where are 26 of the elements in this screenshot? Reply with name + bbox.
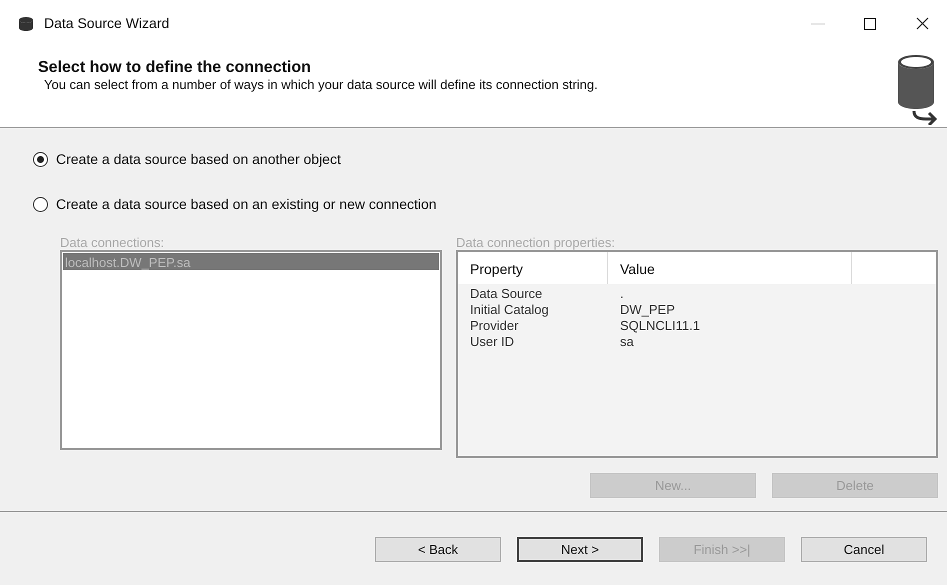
radio-button[interactable] [33,197,48,212]
window-title: Data Source Wizard [44,14,170,33]
table-cell-text: DW_PEP [619,302,676,318]
cancel-button[interactable]: Cancel [801,537,927,562]
table-cell-text: Provider [469,318,520,334]
header-title: Select how to define the connection [38,59,312,77]
radio-button[interactable] [33,152,48,167]
properties-label: Data connection properties: [456,234,616,250]
connections-label: Data connections: [60,234,166,250]
table-cell-text: Initial Catalog [469,302,550,318]
close-icon[interactable] [916,17,929,30]
header-description: You can select from a number of ways in which your data source will define its connection string. [43,77,599,93]
next-button[interactable]: Next > [517,537,643,562]
database-icon [18,16,34,32]
table-cell-text: User ID [469,334,516,350]
database-arrow-icon [897,53,939,125]
table-cell-text: sa [619,334,635,350]
column-header: Value [608,252,852,284]
radio-label: Create a data source based on an existing or new connection [56,195,437,214]
back-button[interactable]: < Back [375,537,501,562]
column-header: Property [458,252,608,284]
radio-label: Create a data source based on another object [56,150,341,169]
maximize-icon[interactable] [864,18,876,30]
table-cell-text: SQLNCLI11.1 [619,318,701,334]
table-cell-text: . [619,286,625,302]
table-cell-text: Data Source [469,286,544,302]
